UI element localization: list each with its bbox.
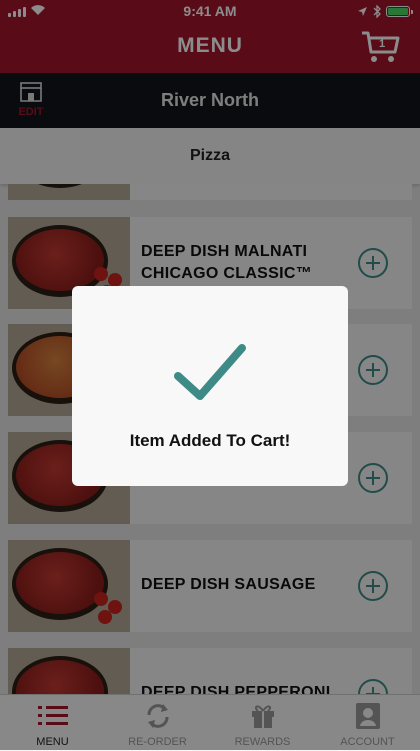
modal-overlay[interactable]: Item Added To Cart! — [0, 0, 420, 750]
added-to-cart-dialog: Item Added To Cart! — [72, 286, 348, 486]
dialog-message: Item Added To Cart! — [129, 431, 291, 450]
checkmark-icon — [174, 344, 246, 400]
